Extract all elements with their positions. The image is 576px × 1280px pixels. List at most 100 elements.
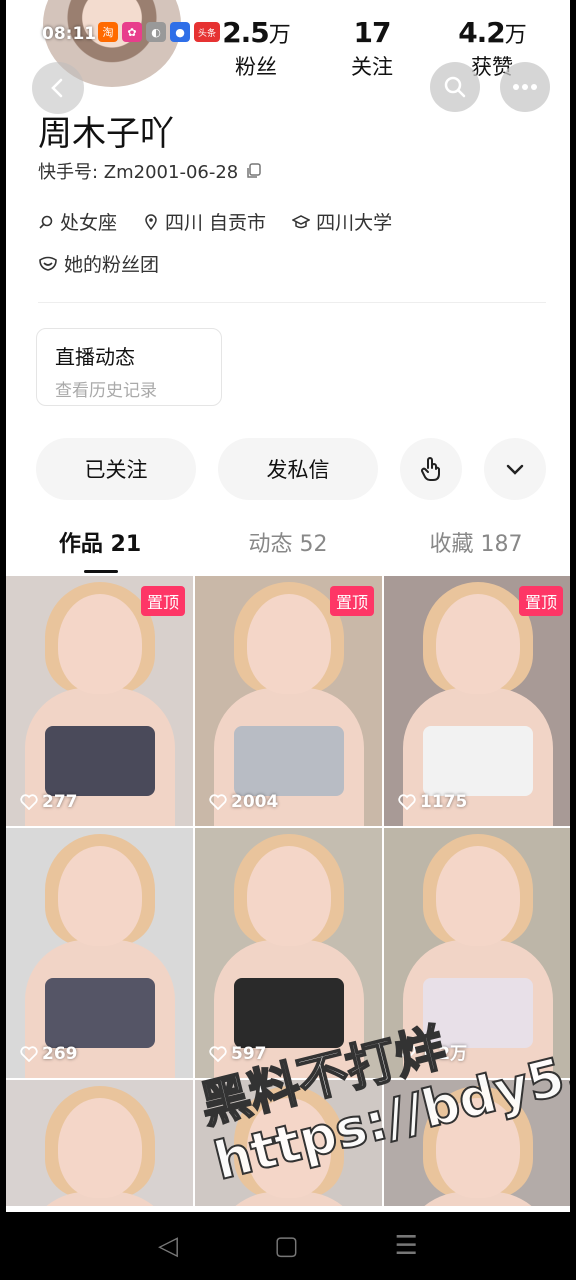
like-count: 1.2万 [398, 1039, 467, 1064]
like-count-text: 2004 [231, 792, 279, 812]
pinned-badge: 置顶 [518, 586, 563, 616]
live-subtitle: 查看历史记录 [55, 381, 157, 401]
stat-label: 粉丝 [235, 55, 277, 79]
search-icon [444, 76, 466, 98]
app-icon-blue: ● [170, 22, 190, 42]
post-thumbnail[interactable] [6, 1080, 193, 1206]
live-title: 直播动态 [55, 345, 135, 369]
like-count: 1175 [398, 792, 467, 812]
pinned-badge: 置顶 [329, 586, 374, 616]
action-row: 已关注 发私信 [36, 438, 546, 500]
post-grid: 置顶 277 置顶 2004 置顶 1175 269 597 1.2万 [6, 576, 570, 1206]
pinned-badge: 置顶 [140, 586, 185, 616]
post-thumbnail[interactable] [195, 1080, 382, 1206]
heart-icon [209, 794, 227, 810]
taobao-icon: 淘 [98, 22, 118, 42]
head-shape [246, 594, 331, 694]
tag-school: 四川大学 [292, 208, 392, 235]
tag-label: 四川 自贡市 [165, 212, 267, 234]
head-shape [435, 1098, 520, 1198]
app-icon-pink: ✿ [122, 22, 142, 42]
stat-value: 17 [353, 16, 392, 49]
status-icons: 淘 ✿ ◐ ● 头条 [98, 22, 220, 42]
head-shape [57, 594, 142, 694]
hand-tap-icon [421, 457, 440, 481]
head-shape [435, 846, 520, 946]
zodiac-icon [39, 215, 53, 229]
post-thumbnail[interactable]: 269 [6, 828, 193, 1078]
stat-fans[interactable]: 2.5万 粉丝 [206, 16, 306, 81]
head-shape [435, 594, 520, 694]
location-pin-icon [145, 213, 157, 230]
profile-tags: 处女座 四川 自贡市 四川大学 [38, 208, 392, 235]
head-shape [57, 1098, 142, 1198]
profile-name: 周木子吖 [38, 114, 174, 154]
like-count-text: 277 [42, 792, 78, 812]
tab-favorites[interactable]: 收藏 187 [382, 526, 570, 558]
kuaishou-id-text: 快手号: Zm2001-06-28 [38, 162, 239, 183]
tag-zodiac: 处女座 [38, 208, 117, 235]
more-dots-icon [513, 84, 537, 90]
like-count: 277 [20, 792, 78, 812]
message-button[interactable]: 发私信 [218, 438, 378, 500]
post-thumbnail[interactable]: 置顶 2004 [195, 576, 382, 826]
heart-icon [398, 1043, 416, 1060]
outfit-shape [233, 978, 344, 1048]
head-shape [57, 846, 142, 946]
heart-icon [20, 1046, 38, 1062]
post-thumbnail[interactable]: 置顶 277 [6, 576, 193, 826]
stat-label: 关注 [351, 55, 393, 79]
nav-home-icon[interactable]: ▢ [274, 1231, 299, 1261]
like-count: 597 [209, 1044, 267, 1064]
head-shape [246, 1098, 331, 1198]
more-button[interactable] [500, 62, 550, 112]
chevron-down-icon [506, 464, 524, 475]
tab-works[interactable]: 作品 21 [6, 526, 194, 573]
profile-screen: 08:11 淘 ✿ ◐ ● 头条 2.5万 粉丝 17 关注 4.2万 获赞 周木子吖 … [6, 0, 570, 1212]
live-history-card[interactable]: 直播动态 查看历史记录 [36, 328, 222, 406]
outfit-shape [44, 726, 155, 796]
outfit-shape [422, 726, 533, 796]
search-button[interactable] [430, 62, 480, 112]
post-thumbnail[interactable]: 597 [195, 828, 382, 1078]
stat-following[interactable]: 17 关注 [322, 16, 422, 81]
like-count: 2004 [209, 792, 278, 812]
stat-value: 2.5万 [222, 16, 291, 49]
stat-value: 4.2万 [458, 16, 527, 49]
outfit-shape [233, 726, 344, 796]
tag-label: 四川大学 [316, 212, 393, 234]
post-thumbnail[interactable]: 置顶 1175 [384, 576, 570, 826]
heart-icon [398, 794, 416, 810]
nav-recents-icon[interactable]: ☰ [395, 1231, 418, 1261]
like-count-text: 1175 [420, 792, 468, 812]
tab-moments[interactable]: 动态 52 [194, 526, 382, 558]
chevron-left-icon [51, 78, 63, 98]
like-count-text: 269 [42, 1044, 78, 1064]
like-count-text: 1.2万 [420, 1044, 468, 1064]
poke-button[interactable] [400, 438, 462, 500]
heart-icon [20, 794, 38, 810]
head-shape [246, 846, 331, 946]
fan-group-label: 她的粉丝团 [64, 254, 160, 276]
app-icon-grey: ◐ [146, 22, 166, 42]
outfit-shape [422, 978, 533, 1048]
kuaishou-id: 快手号: Zm2001-06-28 [38, 158, 262, 184]
fan-group-icon [39, 256, 57, 271]
expand-button[interactable] [484, 438, 546, 500]
heart-icon [209, 1046, 227, 1062]
tag-location: 四川 自贡市 [143, 208, 266, 235]
like-count: 269 [20, 1044, 78, 1064]
post-thumbnail[interactable] [384, 1080, 570, 1206]
profile-tabs: 作品 21 动态 52 收藏 187 [6, 526, 570, 573]
graduation-cap-icon [292, 214, 311, 228]
like-count-text: 597 [231, 1044, 267, 1064]
nav-back-icon[interactable]: ◁ [158, 1231, 178, 1261]
copy-icon[interactable] [246, 163, 262, 179]
followed-button[interactable]: 已关注 [36, 438, 196, 500]
divider [38, 302, 546, 303]
system-nav-bar: ◁ ▢ ☰ [0, 1212, 576, 1280]
tag-label: 处女座 [60, 212, 118, 234]
post-thumbnail[interactable]: 1.2万 [384, 828, 570, 1078]
fan-group[interactable]: 她的粉丝团 [38, 250, 159, 277]
status-time: 08:11 [42, 24, 97, 44]
